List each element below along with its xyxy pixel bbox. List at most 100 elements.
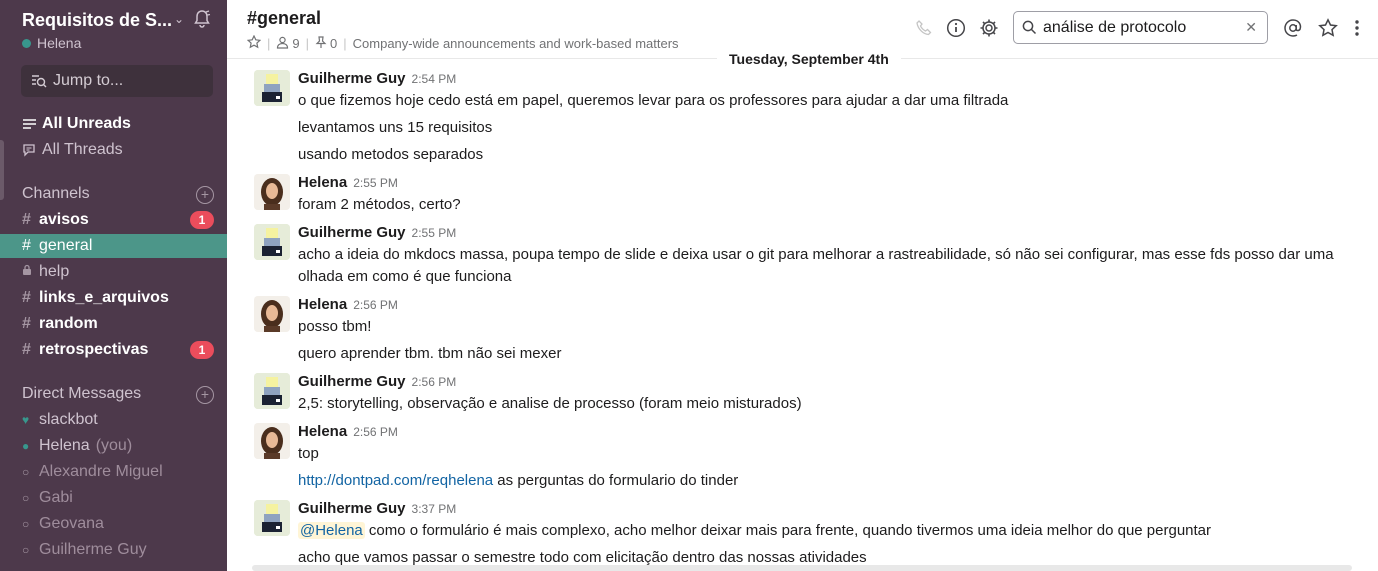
message-timestamp[interactable]: 2:56 PM [353,298,398,312]
avatar[interactable] [254,296,290,332]
message-text: acho a ideia do mkdocs massa, poupa temp… [298,246,1334,285]
add-dm-icon[interactable]: + [196,386,214,404]
sidebar-scroll-indicator[interactable] [0,140,4,200]
channels-heading[interactable]: Channels [22,185,90,203]
sidebar-item-all-threads[interactable]: All Threads [22,139,123,161]
chevron-down-icon[interactable]: ⌄ [174,12,184,26]
channel-title[interactable]: #general [247,8,321,29]
message-text: usando metodos separados [298,146,484,163]
day-divider[interactable]: Tuesday, September 4th [717,51,901,67]
presence-away-icon: ○ [22,465,30,479]
team-name[interactable]: Requisitos de S... [22,10,172,31]
user-mention[interactable]: @Helena [298,522,365,539]
channel-name: links_e_arquivos [39,289,169,306]
avatar[interactable] [254,373,290,409]
message-text: quero aprender tbm. tbm não sei mexer [298,345,562,362]
avatar[interactable] [254,423,290,459]
add-channel-icon[interactable]: + [196,186,214,204]
dm-item-geovana[interactable]: ○ Geovana [22,513,104,535]
avatar[interactable] [254,224,290,260]
sidebar-item-general[interactable]: # general [0,234,227,258]
avatar[interactable] [254,70,290,106]
star-icon[interactable] [246,34,262,52]
channel-name: help [39,263,70,280]
message-timestamp[interactable]: 2:55 PM [353,176,398,190]
dm-item-gabi[interactable]: ○ Gabi [22,487,73,509]
jump-label: Jump to... [53,72,124,89]
message-header: Helena 2:55 PM [298,174,398,191]
gear-icon[interactable] [978,17,1000,39]
team-menu[interactable]: Requisitos de S... ⌄ Helena [22,8,217,56]
all-unreads-label: All Unreads [42,115,131,132]
dm-item-guilherme-guy[interactable]: ○ Guilherme Guy [22,539,147,561]
sidebar-item-help[interactable]: help [0,260,227,284]
current-user[interactable]: Helena [22,35,81,51]
jump-icon [32,75,47,88]
pinned-count[interactable]: 0 [330,36,337,51]
message-text: como o formulário é mais complexo, acho … [364,522,1212,539]
sidebar-item-retrospectivas[interactable]: # retrospectivas 1 [0,338,227,362]
star-outline-icon[interactable] [1317,17,1339,39]
jump-to-button[interactable]: Jump to... [21,65,213,97]
hash-icon: # [22,289,31,306]
message-author[interactable]: Guilherme Guy [298,373,406,390]
message-timestamp[interactable]: 2:55 PM [412,226,457,240]
dm-name: Gabi [39,489,73,506]
sidebar-item-random[interactable]: # random [0,312,227,336]
avatar[interactable] [254,174,290,210]
message-timestamp[interactable]: 2:56 PM [353,425,398,439]
sidebar-item-links-e-arquivos[interactable]: # links_e_arquivos [0,286,227,310]
member-count[interactable]: 9 [292,36,299,51]
message-text: levantamos uns 15 requisitos [298,119,493,136]
info-icon[interactable] [945,17,967,39]
dm-item-helena[interactable]: ● Helena (you) [22,435,132,457]
phone-icon[interactable] [913,17,935,39]
presence-away-icon: ○ [22,543,30,557]
message-text: acho que vamos passar o semestre todo co… [298,549,867,566]
message-timestamp[interactable]: 2:56 PM [412,375,457,389]
more-vertical-icon[interactable] [1346,17,1368,39]
dm-item-alexandre-miguel[interactable]: ○ Alexandre Miguel [22,461,163,483]
hash-icon: # [22,237,31,254]
message-author[interactable]: Helena [298,174,347,191]
channel-name: general [39,237,93,254]
message-text: as perguntas do formulario do tinder [493,472,739,489]
sidebar-item-all-unreads[interactable]: All Unreads [22,113,131,135]
current-user-name: Helena [37,35,82,51]
horizontal-scrollbar[interactable] [252,565,1352,571]
direct-messages-heading[interactable]: Direct Messages [22,385,141,403]
unread-badge: 1 [190,341,214,359]
hash-icon: # [22,315,31,332]
message-timestamp[interactable]: 2:54 PM [412,72,457,86]
dm-item-slackbot[interactable]: ♥ slackbot [22,409,98,431]
message-author[interactable]: Guilherme Guy [298,224,406,241]
member-icon[interactable] [276,36,289,52]
message-author[interactable]: Guilherme Guy [298,500,406,517]
hash-icon: # [22,341,31,358]
message-text: posso tbm! [298,318,372,335]
message-text: top [298,445,319,462]
message-header: Guilherme Guy 2:54 PM [298,70,456,87]
dm-name: Guilherme Guy [39,541,147,558]
close-icon[interactable]: ✕ [1245,19,1257,36]
message-author[interactable]: Helena [298,423,347,440]
dm-name: Geovana [39,515,104,532]
message-text: o que fizemos hoje cedo está em papel, q… [298,92,1009,109]
message-author[interactable]: Guilherme Guy [298,70,406,87]
message-pane: Tuesday, September 4th Guilherme Guy 2:5… [227,51,1378,571]
message-header: Helena 2:56 PM [298,296,398,313]
presence-away-icon: ○ [22,491,30,505]
hash-icon: # [22,211,31,228]
channel-topic[interactable]: Company-wide announcements and work-base… [353,36,679,51]
at-icon[interactable] [1282,17,1304,39]
message-author[interactable]: Helena [298,296,347,313]
pin-icon[interactable] [315,35,327,52]
message-link[interactable]: http://dontpad.com/reqhelena [298,472,493,489]
heart-icon: ♥ [22,413,30,427]
sidebar-item-avisos[interactable]: # avisos 1 [0,208,227,232]
search-input[interactable]: análise de protocolo ✕ [1013,11,1268,44]
bell-icon[interactable] [192,9,212,29]
message-timestamp[interactable]: 3:37 PM [412,502,457,516]
channel-name: retrospectivas [39,341,149,358]
avatar[interactable] [254,500,290,536]
